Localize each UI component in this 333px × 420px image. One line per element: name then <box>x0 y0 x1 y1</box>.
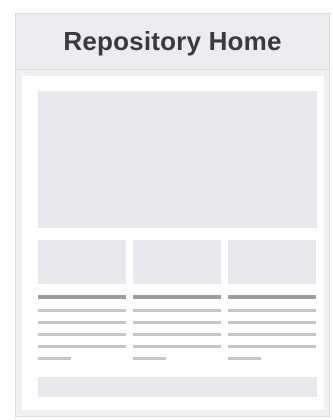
column-2-heading-line <box>133 295 221 299</box>
hero-image-placeholder <box>38 91 317 228</box>
column-2-text-line-short <box>133 357 166 360</box>
column-3-text-line-short <box>228 357 261 360</box>
column-3-text-line <box>228 309 316 312</box>
column-2-text-line <box>133 333 221 336</box>
column-1-text-line <box>38 321 126 324</box>
column-3-text-line <box>228 333 316 336</box>
footer-placeholder <box>38 377 317 397</box>
column-1-text-line <box>38 345 126 348</box>
column-1-text-line <box>38 333 126 336</box>
column-1-text-line-short <box>38 357 71 360</box>
page-title: Repository Home <box>63 26 282 56</box>
column-2-text-line <box>133 309 221 312</box>
column-2-image-placeholder <box>133 240 221 284</box>
header-bar: Repository Home <box>16 14 329 70</box>
wireframe-frame: Repository Home <box>15 13 330 417</box>
column-2-text-line <box>133 321 221 324</box>
column-3-text-line <box>228 345 316 348</box>
column-2-text-line <box>133 345 221 348</box>
column-1-image-placeholder <box>38 240 126 284</box>
column-3-image-placeholder <box>228 240 316 284</box>
content-area <box>22 76 324 410</box>
column-1-heading-line <box>38 295 126 299</box>
column-3-text-line <box>228 321 316 324</box>
column-1-text-line <box>38 309 126 312</box>
column-3-heading-line <box>228 295 316 299</box>
